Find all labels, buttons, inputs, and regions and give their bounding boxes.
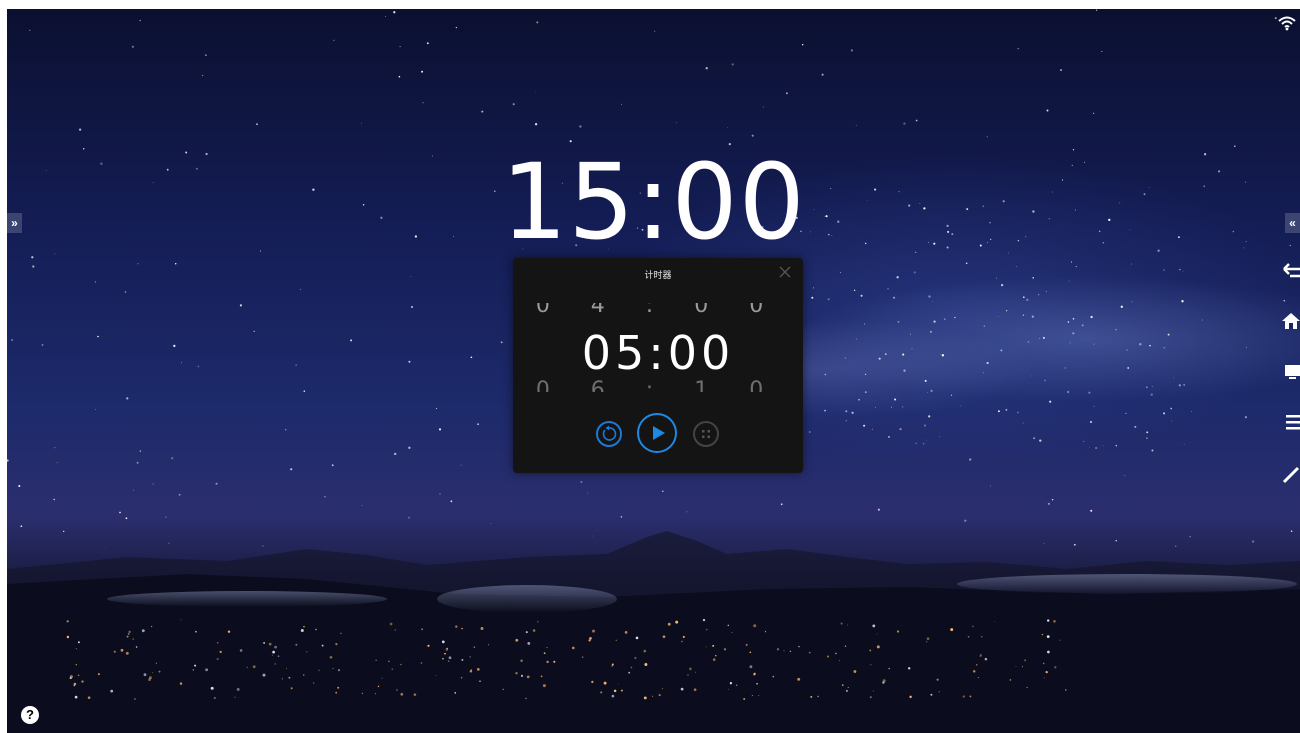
play-icon <box>653 426 665 440</box>
home-icon[interactable] <box>1280 311 1300 331</box>
display-icon[interactable] <box>1280 362 1300 382</box>
reset-icon <box>602 425 617 441</box>
left-sidebar-toggle[interactable]: » <box>7 213 22 233</box>
wifi-icon <box>1278 16 1296 31</box>
desktop-clock: 15:00 <box>501 141 806 263</box>
desktop-screen: 15:00 » « ? 计时器 05:00 0 6: 1 0 <box>7 9 1300 733</box>
close-icon[interactable] <box>779 266 791 278</box>
timer-digits[interactable]: 05:00 <box>513 326 803 380</box>
back-icon[interactable] <box>1280 262 1300 282</box>
timer-title: 计时器 <box>644 270 672 280</box>
help-button[interactable]: ? <box>21 706 39 724</box>
timer-previous-digits[interactable]: 0 4 : 0 0 <box>513 303 803 315</box>
timer-next-digits[interactable]: 0 6 : 1 0 <box>513 378 803 392</box>
right-sidebar-toggle[interactable]: « <box>1285 213 1300 233</box>
fullscreen-button[interactable] <box>693 421 719 447</box>
menu-icon[interactable] <box>1280 412 1300 432</box>
timer-dialog: 计时器 0 4 : 0 0 05:00 0 6 : 1 0 <box>513 258 803 473</box>
fullscreen-icon <box>702 430 710 438</box>
pen-icon[interactable] <box>1280 464 1300 484</box>
play-button[interactable] <box>637 413 677 453</box>
reset-button[interactable] <box>596 421 622 447</box>
